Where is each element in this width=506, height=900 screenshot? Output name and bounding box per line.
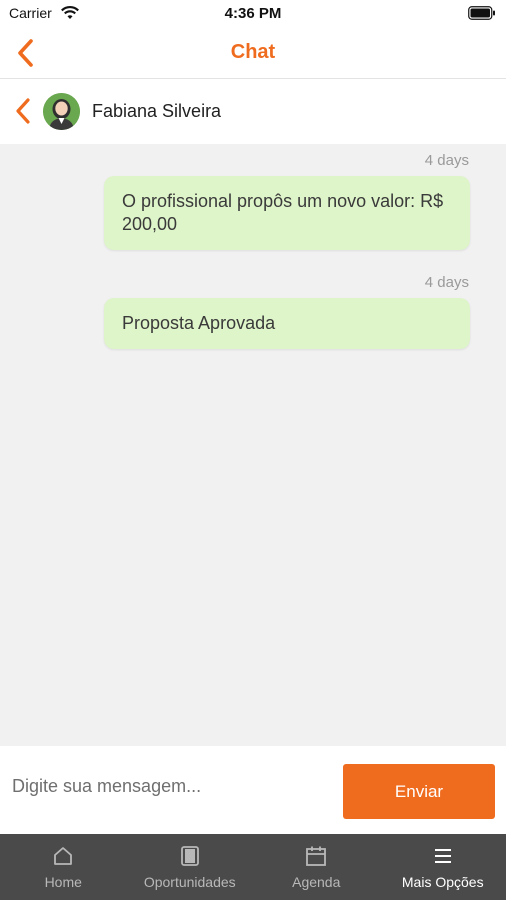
home-icon bbox=[54, 847, 73, 865]
tab-label: Oportunidades bbox=[143, 874, 236, 890]
tab-label: Home bbox=[44, 874, 82, 890]
status-bar: Carrier 4:36 PM bbox=[0, 0, 506, 28]
message-bubble[interactable]: Proposta Aprovada bbox=[104, 298, 470, 349]
message-timestamp: 4 days bbox=[424, 152, 469, 169]
message-bubble[interactable]: O profissional propôs um novo valor: R$ … bbox=[104, 176, 470, 250]
message-timestamp: 4 days bbox=[424, 274, 469, 291]
tab-label: Mais Opções bbox=[401, 874, 484, 890]
contact-bar: Fabiana Silveira bbox=[0, 80, 506, 144]
user-avatar-icon bbox=[43, 93, 80, 130]
tab-bar: Home Oportunidades Agenda Mais Opções bbox=[0, 834, 506, 900]
message-composer: Enviar bbox=[0, 746, 506, 834]
avatar[interactable] bbox=[43, 93, 80, 130]
menu-icon bbox=[434, 849, 451, 863]
status-time: 4:36 PM bbox=[224, 5, 282, 22]
tab-home[interactable]: Home bbox=[0, 834, 127, 900]
nav-header: Chat bbox=[0, 28, 506, 79]
message-input[interactable] bbox=[12, 766, 332, 806]
tab-mais-opcoes[interactable]: Mais Opções bbox=[380, 834, 506, 900]
message-list[interactable]: 4 days O profissional propôs um novo val… bbox=[0, 144, 506, 746]
tab-agenda[interactable]: Agenda bbox=[253, 834, 380, 900]
page-title: Chat bbox=[230, 41, 276, 63]
tab-label: Agenda bbox=[292, 874, 341, 890]
contact-name: Fabiana Silveira bbox=[92, 101, 222, 121]
tablet-icon bbox=[180, 846, 199, 866]
tab-oportunidades[interactable]: Oportunidades bbox=[127, 834, 254, 900]
battery-icon bbox=[468, 6, 495, 20]
contact-back-icon[interactable] bbox=[12, 96, 34, 126]
calendar-icon bbox=[306, 846, 327, 866]
send-button[interactable]: Enviar bbox=[343, 764, 495, 819]
